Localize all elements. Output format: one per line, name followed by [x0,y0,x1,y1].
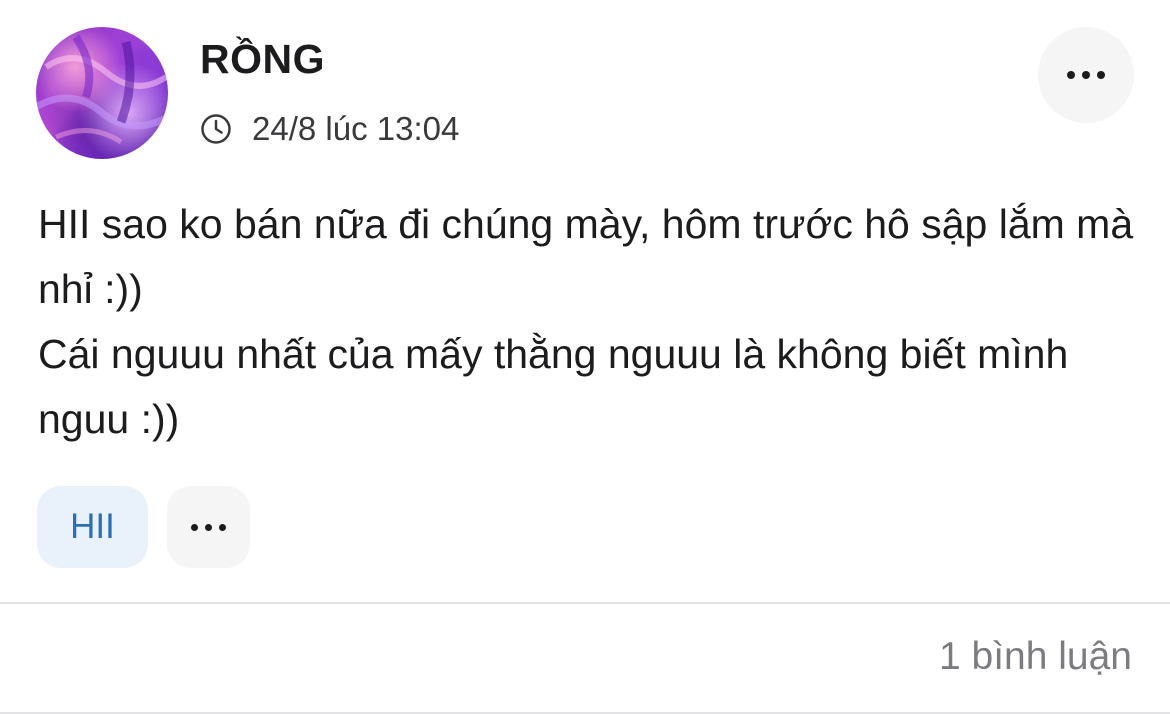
clock-icon [200,113,232,145]
post-options-button[interactable] [1038,27,1134,123]
post-meta: 24/8 lúc 13:04 [200,110,459,148]
post-body-line: Cái nguuu nhất của mấy thằng nguuu là kh… [38,331,1069,442]
more-dots-icon [191,523,226,531]
divider [0,602,1170,604]
author-avatar[interactable] [36,27,168,159]
more-tags-button[interactable] [167,486,250,568]
author-name[interactable]: RỒNG [200,36,325,83]
comment-count-link[interactable]: 1 bình luận [939,635,1132,679]
post-card: RỒNG 24/8 lúc 13:04 HII sao ko bán nữa đ… [0,0,1170,714]
post-timestamp[interactable]: 24/8 lúc 13:04 [252,110,459,148]
tag-chip-hii[interactable]: HII [37,486,148,568]
post-body-line: HII sao ko bán nữa đi chúng mày, hôm trư… [38,201,1134,312]
post-body: HII sao ko bán nữa đi chúng mày, hôm trư… [38,192,1138,452]
more-dots-icon [1067,71,1105,79]
